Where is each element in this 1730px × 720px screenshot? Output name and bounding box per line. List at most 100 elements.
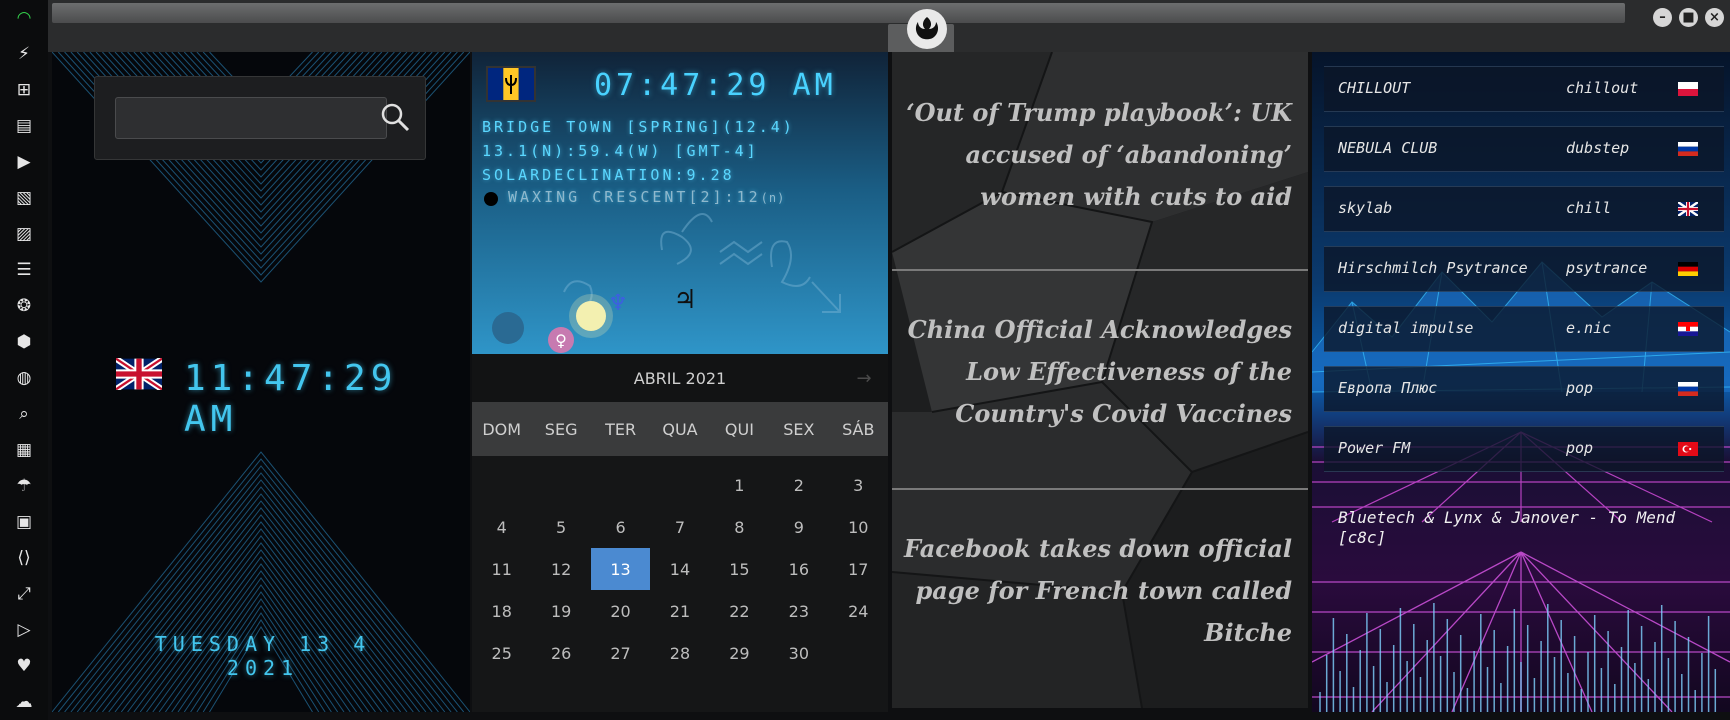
calendar-day[interactable]: 28 — [650, 632, 709, 674]
svg-text:♆: ♆ — [608, 291, 628, 316]
wifi-icon[interactable]: ◠ — [12, 6, 36, 30]
news-headline[interactable]: China Official Acknowledges Low Effectiv… — [902, 309, 1292, 435]
rebel-icon[interactable]: ❂ — [12, 294, 36, 318]
search-box — [94, 76, 426, 160]
calendar-day[interactable]: 29 — [710, 632, 769, 674]
radio-station[interactable]: NEBULA CLUB dubstep — [1324, 126, 1724, 172]
zodiac-symbols: ♀ ♆ ♃ — [492, 213, 841, 353]
russia-flag-icon — [1678, 142, 1698, 156]
russia-flag-icon — [1678, 382, 1698, 396]
news-panel: ‘Out of Trump playbook’: UK accused of ‘… — [892, 52, 1308, 708]
maximize-button[interactable]: ■ — [1679, 8, 1698, 27]
uk-flag-icon — [1678, 202, 1698, 216]
calendar-day[interactable]: 24 — [829, 590, 888, 632]
date-display: TUESDAY 13 4 2021 — [154, 632, 372, 680]
calendar-day[interactable]: 26 — [531, 632, 590, 674]
calendar-day-selected[interactable]: 13 — [590, 548, 651, 590]
weekday-label: DOM — [482, 419, 522, 439]
cloud-icon[interactable]: ☁ — [12, 690, 36, 714]
weekday-label: QUA — [662, 419, 698, 439]
calendar-day[interactable]: 5 — [531, 506, 590, 548]
contacts-icon[interactable]: ▣ — [12, 510, 36, 534]
bolt-icon[interactable]: ⚡ — [12, 42, 36, 66]
turkey-flag-icon — [1678, 442, 1698, 456]
news-headline[interactable]: Facebook takes down official page for Fr… — [902, 528, 1292, 654]
tab-rebel-emblem[interactable] — [888, 9, 954, 52]
station-genre: pop — [1566, 379, 1594, 397]
astro-sky: 07:47:29 AM BRIDGE TOWN [SPRING](12.4) 1… — [472, 52, 888, 354]
globe-icon[interactable]: ◍ — [12, 366, 36, 390]
image-icon[interactable]: ▨ — [12, 222, 36, 246]
news-divider — [892, 269, 1308, 271]
station-genre: dubstep — [1566, 139, 1630, 157]
radio-station[interactable]: Hirschmilch Psytrance psytrance — [1324, 246, 1724, 292]
calendar-day[interactable]: 25 — [472, 632, 531, 674]
minimize-button[interactable]: – — [1653, 8, 1672, 27]
search-input[interactable] — [115, 97, 387, 139]
heart-icon[interactable]: ♥ — [12, 654, 36, 678]
calendar-day[interactable]: 12 — [531, 548, 590, 590]
archive-icon[interactable]: ▤ — [12, 114, 36, 138]
radio-station[interactable]: CHILLOUT chillout — [1324, 66, 1724, 112]
rebel-alliance-icon — [907, 9, 947, 49]
poland-flag-icon — [1678, 82, 1698, 96]
station-genre: pop — [1566, 439, 1594, 457]
station-genre: chillout — [1566, 79, 1639, 97]
calendar-blank — [531, 464, 590, 506]
calendar-day[interactable]: 14 — [650, 548, 709, 590]
radio-station[interactable]: Европа Плюс pop — [1324, 366, 1724, 412]
station-name: NEBULA CLUB — [1338, 139, 1438, 157]
umbrella-icon[interactable]: ☂ — [12, 474, 36, 498]
calendar-day[interactable]: 6 — [591, 506, 650, 548]
radio-panel: CHILLOUT chillout NEBULA CLUB dubstep skylab… — [1312, 52, 1730, 712]
windows-icon[interactable]: ⊞ — [12, 78, 36, 102]
calendar-day[interactable]: 30 — [769, 632, 828, 674]
newspaper-icon[interactable]: ☰ — [12, 258, 36, 282]
empire-icon[interactable]: ⬢ — [12, 330, 36, 354]
weekday-label: SEX — [783, 419, 815, 439]
weekday-label: SEG — [544, 419, 578, 439]
calendar-day[interactable]: 9 — [769, 506, 828, 548]
weekday-label: QUI — [724, 419, 754, 439]
search-icon[interactable] — [377, 99, 413, 135]
calendar-day[interactable]: 3 — [829, 464, 888, 506]
station-genre: chill — [1566, 199, 1612, 217]
calendar-day[interactable]: 10 — [829, 506, 888, 548]
calendar-day[interactable]: 7 — [650, 506, 709, 548]
calendar-day[interactable]: 27 — [591, 632, 650, 674]
search-icon[interactable]: ⌕ — [12, 402, 36, 426]
calendar-day[interactable]: 11 — [472, 548, 531, 590]
calendar-day[interactable]: 22 — [710, 590, 769, 632]
address-strip[interactable] — [52, 3, 1625, 23]
news-divider — [892, 488, 1308, 490]
calendar-day[interactable]: 4 — [472, 506, 531, 548]
calendar-day[interactable]: 23 — [769, 590, 828, 632]
calendar-day[interactable]: 20 — [591, 590, 650, 632]
map-icon[interactable]: ▦ — [12, 438, 36, 462]
news-headline[interactable]: ‘Out of Trump playbook’: UK accused of ‘… — [902, 92, 1292, 218]
calendar-next-button[interactable]: → — [844, 354, 884, 402]
expand-icon[interactable]: ⤢ — [12, 582, 36, 606]
map-book-icon[interactable]: ▧ — [12, 186, 36, 210]
radio-station[interactable]: Power FM pop — [1324, 426, 1724, 472]
code-icon[interactable]: ⟨⟩ — [12, 546, 36, 570]
calendar-day[interactable]: 18 — [472, 590, 531, 632]
calendar-day[interactable]: 2 — [769, 464, 828, 506]
croatia-flag-icon — [1678, 322, 1698, 336]
station-name: Европа Плюс — [1338, 379, 1438, 397]
calendar-day[interactable]: 1 — [710, 464, 769, 506]
sidebar: ◠ ⚡ ⊞ ▤ ▶ ▧ ▨ ☰ ❂ ⬢ ◍ ⌕ ▦ ☂ ▣ ⟨⟩ ⤢ ▷ ♥ ☁ — [0, 0, 48, 720]
calendar-day[interactable]: 17 — [829, 548, 888, 590]
close-button[interactable]: × — [1705, 8, 1724, 27]
radio-station[interactable]: skylab chill — [1324, 186, 1724, 232]
calendar-day[interactable]: 21 — [650, 590, 709, 632]
calendar-day[interactable]: 19 — [531, 590, 590, 632]
youtube-icon[interactable]: ▷ — [12, 618, 36, 642]
calendar-day[interactable]: 16 — [769, 548, 828, 590]
calendar-day[interactable]: 8 — [710, 506, 769, 548]
calendar-grid: 1 2 3 4 5 6 7 8 9 10 11 12 13 14 15 16 17 18 19 20 21 22 23 24 2… — [472, 464, 888, 674]
radio-station[interactable]: digital impulse e.nic — [1324, 306, 1724, 352]
play-icon[interactable]: ▶ — [12, 150, 36, 174]
station-name: CHILLOUT — [1338, 79, 1411, 97]
calendar-day[interactable]: 15 — [710, 548, 769, 590]
